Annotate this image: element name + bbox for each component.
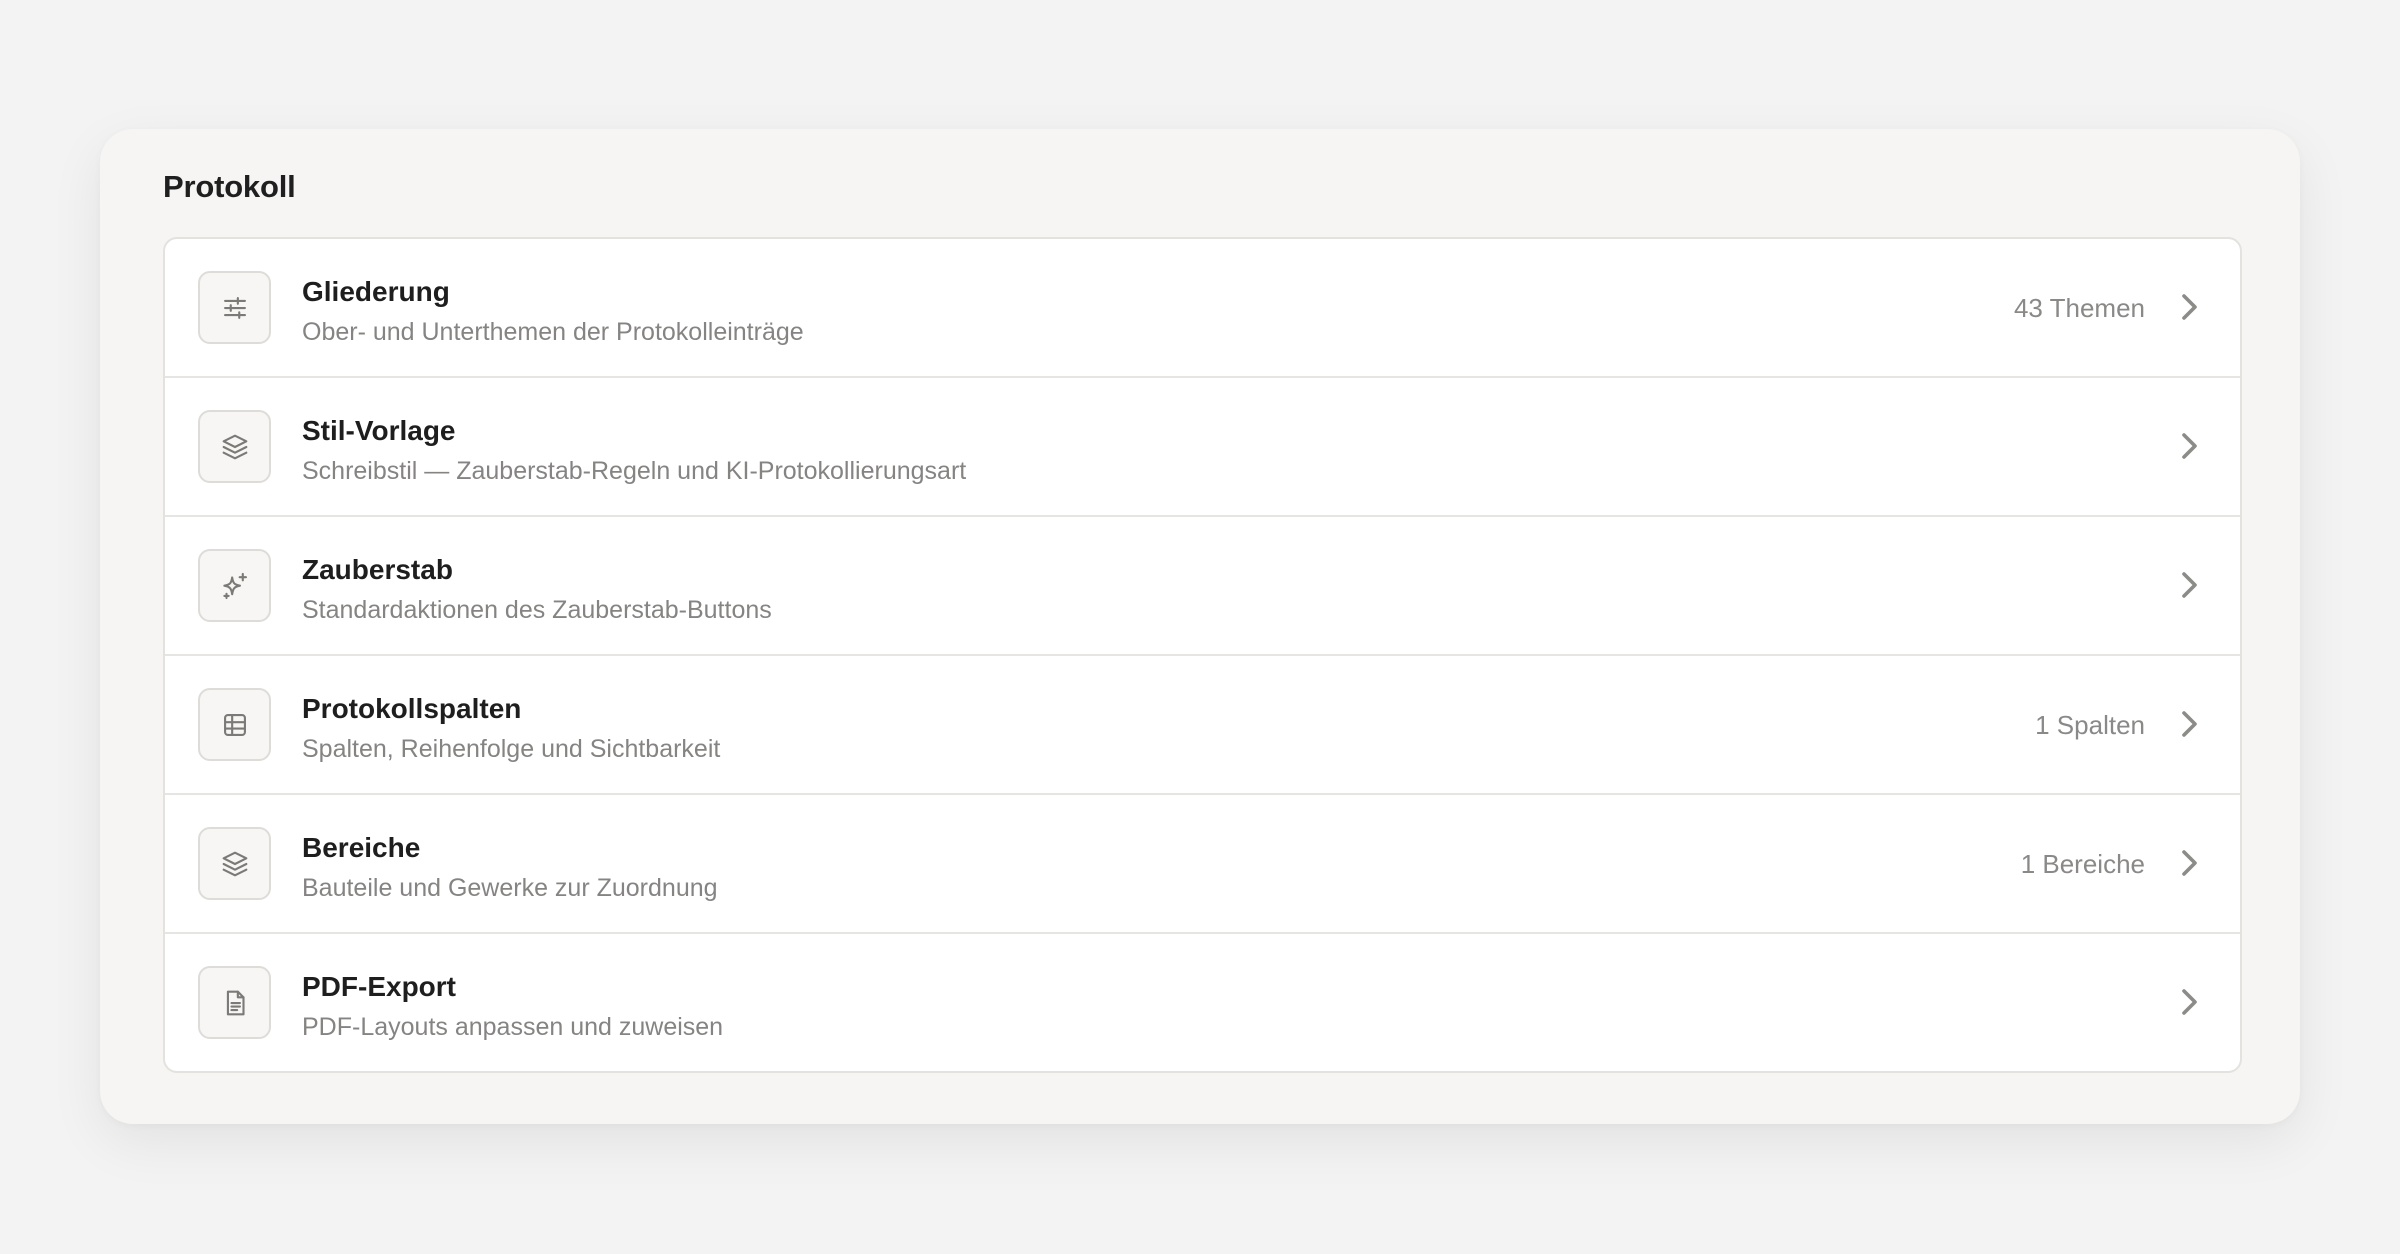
settings-card: Protokoll Gliederung Ober- und Unterthem… [100, 129, 2300, 1124]
row-title: Bereiche [302, 832, 421, 863]
layers-icon [198, 410, 271, 483]
settings-row-zauberstab[interactable]: Zauberstab Standardaktionen des Zauberst… [165, 517, 2240, 656]
table-icon [198, 688, 271, 761]
chevron-right-icon [2178, 431, 2200, 461]
row-count: 43 Themen [2013, 293, 2145, 323]
row-count: 1 Bereiche [2020, 849, 2145, 879]
settings-row-bereiche[interactable]: Bereiche Bauteile und Gewerke zur Zuordn… [165, 795, 2240, 934]
row-title: Zauberstab [302, 554, 453, 585]
settings-row-pdf-export[interactable]: PDF-Export PDF-Layouts anpassen und zuwe… [165, 934, 2240, 1071]
row-title: Gliederung [302, 276, 450, 307]
layers-icon [198, 827, 271, 900]
chevron-right-icon [2178, 570, 2200, 600]
row-subtitle: PDF-Layouts anpassen und zuweisen [302, 1013, 724, 1041]
settings-row-stil-vorlage[interactable]: Stil-Vorlage Schreibstil — Zauberstab-Re… [165, 378, 2240, 517]
settings-row-protokollspalten[interactable]: Protokollspalten Spalten, Reihenfolge un… [165, 656, 2240, 795]
document-icon [198, 966, 271, 1039]
row-subtitle: Spalten, Reihenfolge und Sichtbarkeit [302, 735, 721, 763]
chevron-right-icon [2178, 709, 2200, 739]
settings-list: Gliederung Ober- und Unterthemen der Pro… [163, 237, 2242, 1073]
row-count: 1 Spalten [2035, 710, 2145, 740]
chevron-right-icon [2178, 292, 2200, 322]
row-subtitle: Ober- und Unterthemen der Protokolleintr… [302, 318, 804, 346]
section-title: Protokoll [163, 169, 296, 204]
chevron-right-icon [2178, 987, 2200, 1017]
row-subtitle: Standardaktionen des Zauberstab-Buttons [302, 596, 772, 624]
settings-row-gliederung[interactable]: Gliederung Ober- und Unterthemen der Pro… [165, 239, 2240, 378]
sparkles-icon [198, 549, 271, 622]
row-subtitle: Bauteile und Gewerke zur Zuordnung [302, 874, 718, 902]
sliders-icon [198, 271, 271, 344]
row-subtitle: Schreibstil — Zauberstab-Regeln und KI-P… [302, 457, 967, 485]
row-title: Stil-Vorlage [302, 415, 456, 446]
row-title: Protokollspalten [302, 693, 522, 724]
chevron-right-icon [2178, 848, 2200, 878]
row-title: PDF-Export [302, 971, 456, 1002]
